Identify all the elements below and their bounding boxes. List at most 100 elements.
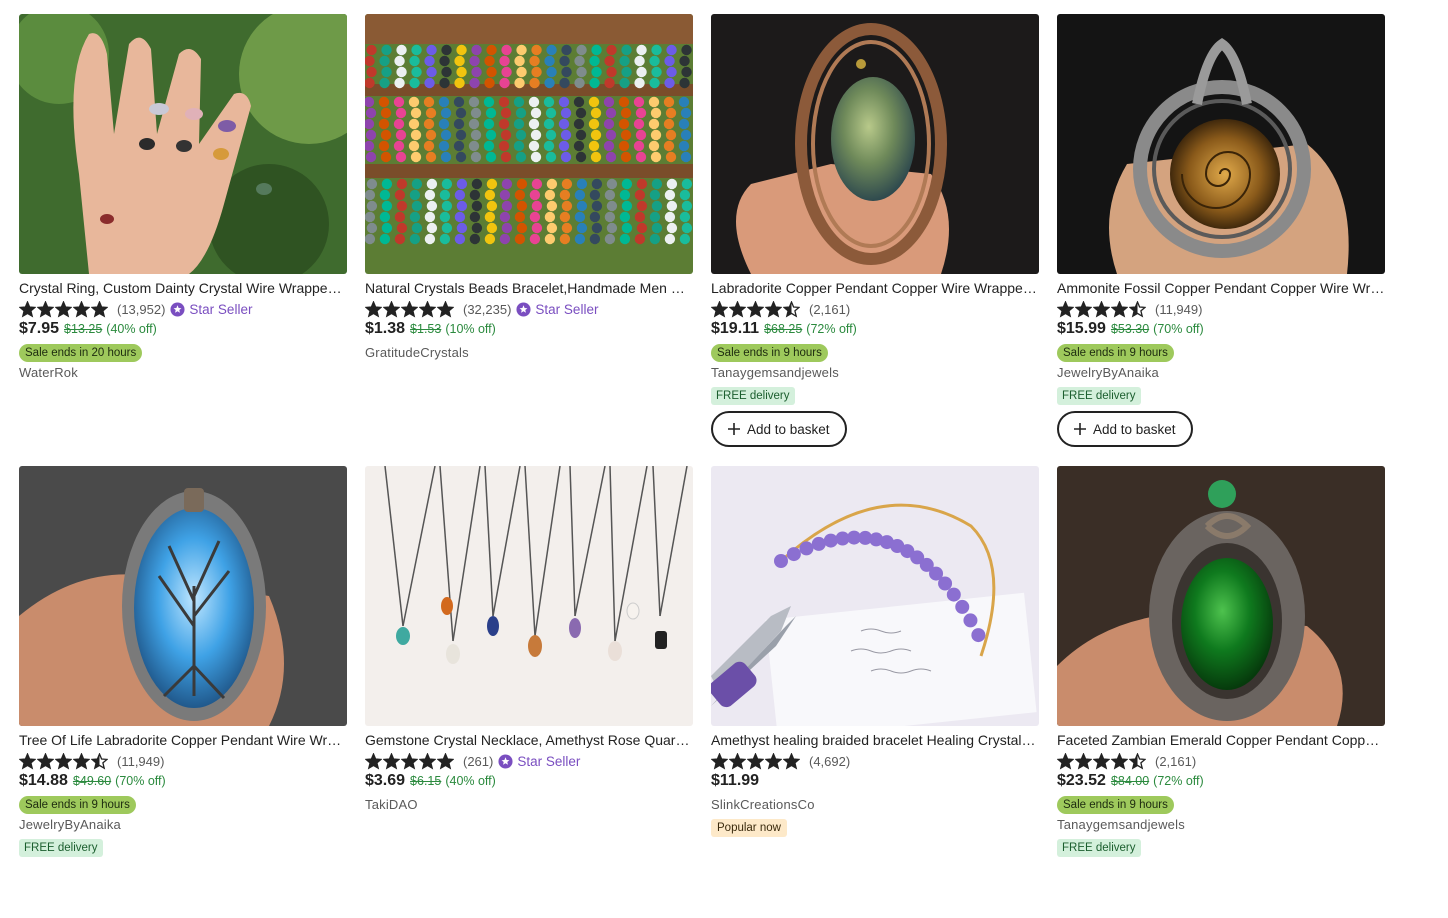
shop-name[interactable]: TakiDAO (365, 796, 693, 814)
star-full-icon (711, 300, 728, 318)
star-half-icon (783, 300, 800, 318)
star-full-icon (1075, 752, 1092, 770)
review-count: (13,952) (117, 301, 166, 317)
star-seller-badge: Star Seller (516, 302, 598, 317)
star-rating (19, 300, 108, 318)
star-half-icon (1129, 300, 1146, 318)
listing-title[interactable]: Faceted Zambian Emerald Copper Pendant C… (1057, 731, 1385, 749)
listing-image[interactable] (19, 14, 347, 274)
star-rating (1057, 300, 1146, 318)
star-full-icon (1057, 300, 1074, 318)
rating: (11,949) (1057, 298, 1385, 320)
rating: (11,949) (19, 750, 347, 772)
star-full-icon (711, 752, 728, 770)
sale-price: $11.99 (711, 772, 760, 789)
listing-image[interactable] (365, 466, 693, 726)
star-full-icon (1057, 752, 1074, 770)
listing-title[interactable]: Crystal Ring, Custom Dainty Crystal Wire… (19, 279, 347, 297)
original-price: $68.25 (764, 322, 803, 336)
rating: (2,161) (1057, 750, 1385, 772)
sale-price: $3.69 (365, 772, 406, 789)
star-seller-label: Star Seller (517, 753, 581, 769)
star-full-icon (37, 752, 54, 770)
add-to-basket-label: Add to basket (1093, 421, 1176, 437)
shop-name[interactable]: GratitudeCrystals (365, 344, 693, 362)
star-full-icon (437, 752, 454, 770)
discount-percent: (72% off) (806, 322, 857, 336)
listing-card[interactable]: Ammonite Fossil Copper Pendant Copper Wi… (1057, 14, 1385, 466)
star-full-icon (783, 752, 800, 770)
original-price: $53.30 (1110, 322, 1150, 336)
star-seller-icon (516, 301, 531, 317)
listing-image[interactable] (1057, 14, 1385, 274)
listing-card[interactable]: Gemstone Crystal Necklace, Amethyst Rose… (365, 466, 693, 918)
listing-title[interactable]: Labradorite Copper Pendant Copper Wire W… (711, 279, 1039, 297)
review-count: (4,692) (809, 753, 851, 769)
original-price: $1.53 (410, 322, 442, 336)
shop-name[interactable]: Tanaygemsandjewels (711, 364, 1039, 382)
star-full-icon (419, 300, 436, 318)
star-full-icon (419, 752, 436, 770)
rating: (32,235) Star Seller (365, 298, 693, 320)
rating: (4,692) (711, 750, 1039, 772)
star-full-icon (19, 752, 36, 770)
sale-price: $19.11 (711, 320, 760, 337)
star-full-icon (383, 752, 400, 770)
star-full-icon (383, 300, 400, 318)
sale-price: $7.95 (19, 320, 60, 337)
listing-title[interactable]: Tree Of Life Labradorite Copper Pendant … (19, 731, 347, 749)
listing-card[interactable]: Tree Of Life Labradorite Copper Pendant … (19, 466, 347, 918)
shop-name[interactable]: SlinkCreationsCo (711, 796, 1039, 814)
discount-percent: (40% off) (445, 774, 496, 788)
listing-card[interactable]: Natural Crystals Beads Bracelet,Handmade… (365, 14, 693, 466)
star-full-icon (747, 300, 764, 318)
star-full-icon (765, 752, 782, 770)
listing-image[interactable] (711, 14, 1039, 274)
review-count: (2,161) (1155, 753, 1197, 769)
plus-icon (1074, 423, 1086, 435)
free-delivery-badge: FREE delivery (1057, 387, 1141, 405)
listing-card[interactable]: Labradorite Copper Pendant Copper Wire W… (711, 14, 1039, 466)
star-rating (19, 752, 108, 770)
star-full-icon (401, 300, 418, 318)
listing-title[interactable]: Ammonite Fossil Copper Pendant Copper Wi… (1057, 279, 1385, 297)
sale-badge: Sale ends in 9 hours (19, 796, 136, 814)
star-full-icon (1111, 300, 1128, 318)
add-to-basket-button[interactable]: Add to basket (711, 411, 847, 447)
listing-title[interactable]: Amethyst healing braided bracelet Healin… (711, 731, 1039, 749)
star-full-icon (365, 752, 382, 770)
listing-image[interactable] (711, 466, 1039, 726)
price-row: $3.69 $6.15 (40% off) (365, 772, 693, 794)
sale-badge: Sale ends in 9 hours (1057, 344, 1174, 362)
listing-image[interactable] (19, 466, 347, 726)
sale-price: $14.88 (19, 772, 68, 789)
shop-name[interactable]: JewelryByAnaika (19, 816, 347, 834)
star-full-icon (1111, 752, 1128, 770)
star-rating (711, 300, 800, 318)
star-full-icon (1093, 752, 1110, 770)
star-seller-icon (170, 301, 185, 317)
shop-name[interactable]: Tanaygemsandjewels (1057, 816, 1385, 834)
add-to-basket-button[interactable]: Add to basket (1057, 411, 1193, 447)
listing-card[interactable]: Crystal Ring, Custom Dainty Crystal Wire… (19, 14, 347, 466)
star-full-icon (73, 300, 90, 318)
listing-card[interactable]: Amethyst healing braided bracelet Healin… (711, 466, 1039, 918)
price-row: $11.99 (711, 772, 1039, 794)
listing-card[interactable]: Faceted Zambian Emerald Copper Pendant C… (1057, 466, 1385, 918)
star-full-icon (91, 300, 108, 318)
star-full-icon (55, 752, 72, 770)
shop-name[interactable]: JewelryByAnaika (1057, 364, 1385, 382)
listing-title[interactable]: Natural Crystals Beads Bracelet,Handmade… (365, 279, 693, 297)
star-full-icon (729, 752, 746, 770)
star-full-icon (73, 752, 90, 770)
listing-image[interactable] (365, 14, 693, 274)
listing-title[interactable]: Gemstone Crystal Necklace, Amethyst Rose… (365, 731, 693, 749)
shop-name[interactable]: WaterRok (19, 364, 347, 382)
free-delivery-badge: FREE delivery (711, 387, 795, 405)
add-to-basket-label: Add to basket (747, 421, 830, 437)
discount-percent: (70% off) (115, 774, 166, 788)
listing-image[interactable] (1057, 466, 1385, 726)
listing-grid: Crystal Ring, Custom Dainty Crystal Wire… (19, 14, 1385, 918)
star-rating (365, 752, 454, 770)
sale-badge: Sale ends in 20 hours (19, 344, 143, 362)
